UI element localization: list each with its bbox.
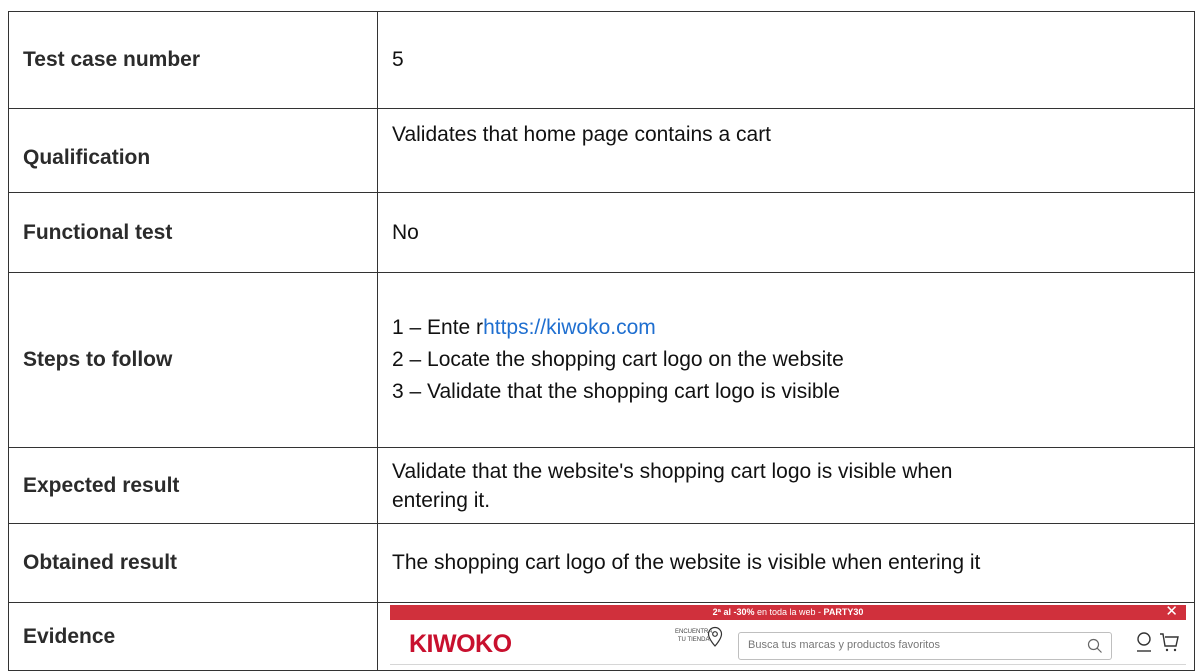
label-functional-test: Functional test [8, 192, 378, 273]
evidence-cell: 2ª al -30% en toda la web - PARTY30 ✕ KI… [377, 602, 1195, 671]
value-test-case-number: 5 [377, 11, 1195, 109]
step-1: 1 – Ente rhttps://kiwoko.com [392, 312, 1194, 344]
step-3: 3 – Validate that the shopping cart logo… [392, 380, 840, 403]
row-functional-test: Functional test No [8, 192, 1195, 273]
promo-offer: 2ª al -30% [712, 607, 755, 617]
label-qualification: Qualification [8, 108, 378, 193]
location-pin-icon[interactable] [706, 626, 724, 648]
search-icon[interactable] [1087, 638, 1103, 654]
row-evidence: Evidence 2ª al -30% en toda la web - PAR… [8, 602, 1195, 671]
row-qualification: Qualification Validates that home page c… [8, 108, 1195, 193]
evidence-screenshot: 2ª al -30% en toda la web - PARTY30 ✕ KI… [390, 605, 1186, 667]
value-expected-result: Validate that the website's shopping car… [377, 447, 1195, 524]
kiwoko-logo[interactable]: KIWOKO [409, 630, 512, 659]
row-obtained-result: Obtained result The shopping cart logo o… [8, 523, 1195, 603]
user-icon[interactable] [1135, 631, 1153, 653]
search-placeholder: Busca tus marcas y productos favoritos [748, 639, 940, 651]
value-qualification: Validates that home page contains a cart [377, 108, 1195, 193]
value-functional-test: No [377, 192, 1195, 273]
row-expected-result: Expected result Validate that the websit… [8, 447, 1195, 524]
search-input[interactable]: Busca tus marcas y productos favoritos [738, 632, 1112, 660]
label-test-case-number: Test case number [8, 11, 378, 109]
row-steps-to-follow: Steps to follow 1 – Ente rhttps://kiwoko… [8, 272, 1195, 448]
label-expected-result: Expected result [8, 447, 378, 524]
site-header: KIWOKO ENCUENTRA TU TIENDA Busca tus mar… [390, 620, 1186, 665]
close-icon[interactable]: ✕ [1165, 605, 1178, 619]
row-test-case-number: Test case number 5 [8, 11, 1195, 109]
step-1-text: 1 – Ente r [392, 316, 484, 339]
promo-text: en toda la web [754, 607, 819, 617]
label-evidence: Evidence [8, 602, 378, 671]
expected-line-2: entering it. [392, 488, 491, 512]
label-obtained-result: Obtained result [8, 523, 378, 603]
kiwoko-link[interactable]: https://kiwoko.com [483, 316, 656, 339]
promo-code: PARTY30 [823, 607, 864, 617]
value-steps: 1 – Ente rhttps://kiwoko.com 2 – Locate … [377, 272, 1195, 448]
test-case-table: Test case number 5 Qualification Validat… [8, 11, 1195, 671]
promo-banner: 2ª al -30% en toda la web - PARTY30 ✕ [390, 605, 1186, 620]
value-obtained-result: The shopping cart logo of the website is… [377, 523, 1195, 603]
label-steps-to-follow: Steps to follow [8, 272, 378, 448]
step-2: 2 – Locate the shopping cart logo on the… [392, 348, 844, 371]
expected-line-1: Validate that the website's shopping car… [392, 459, 953, 483]
cart-icon[interactable] [1159, 631, 1179, 653]
